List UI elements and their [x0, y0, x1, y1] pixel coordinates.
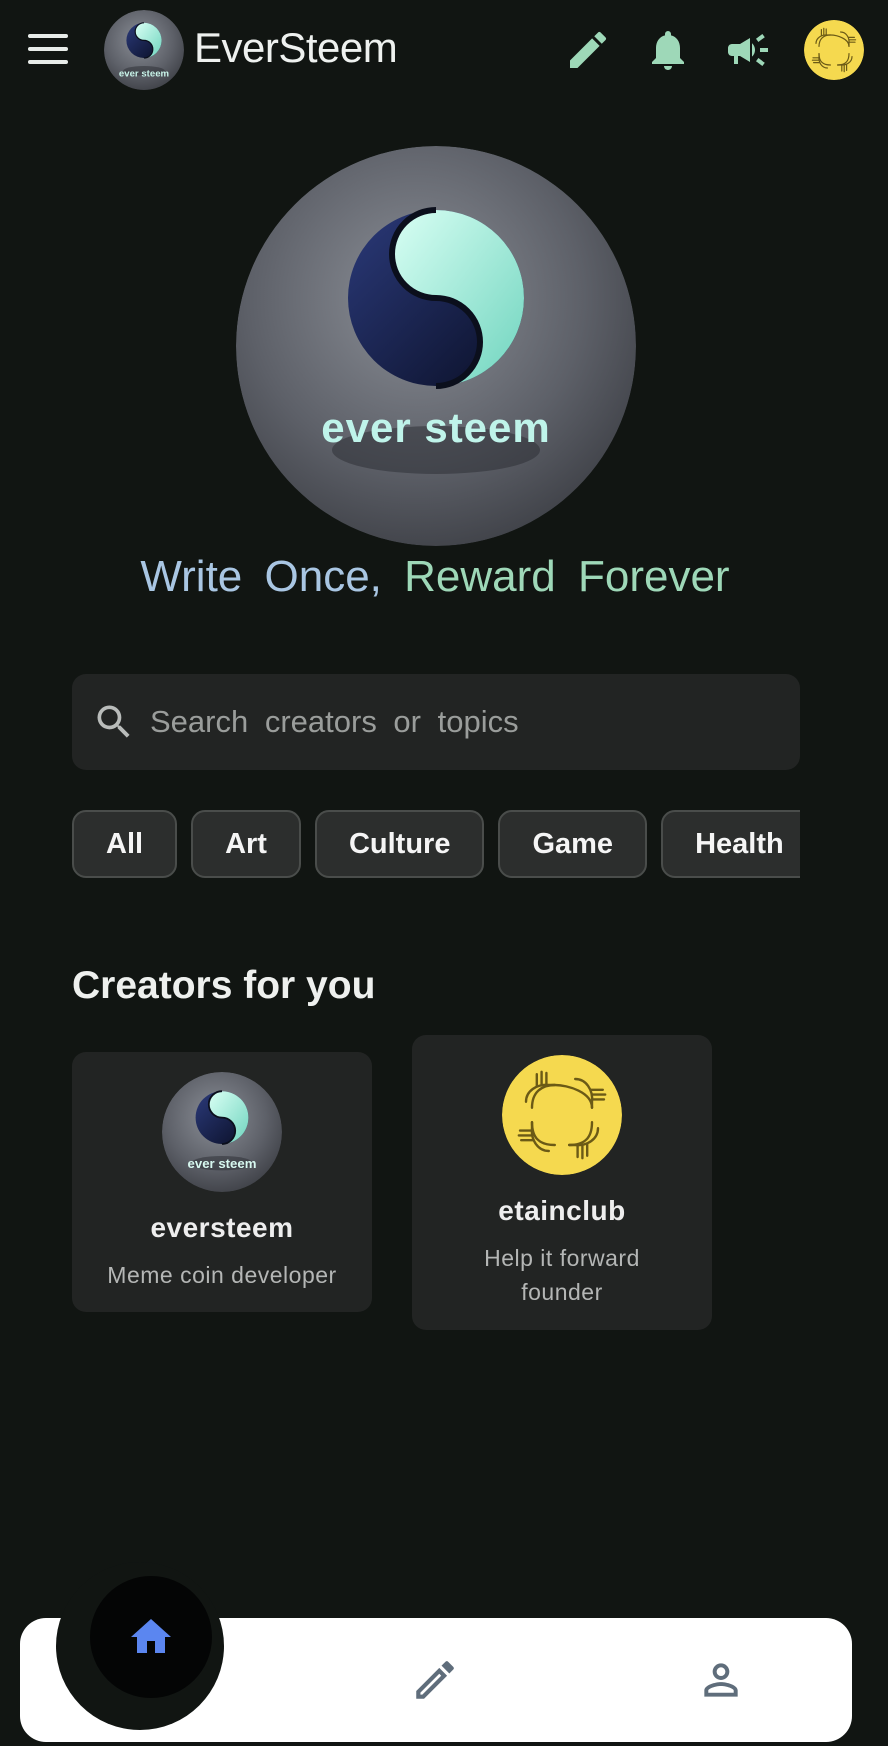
svg-text:ever steem: ever steem [321, 404, 551, 451]
megaphone-icon [728, 34, 768, 66]
search-icon [97, 705, 130, 738]
creator-avatar: ever steem [162, 1072, 282, 1192]
svg-text:ever steem: ever steem [188, 1156, 257, 1171]
search-input[interactable] [150, 694, 770, 750]
chip-art[interactable]: Art [191, 810, 301, 878]
creator-card-etainclub[interactable]: etainclub Help it forward founder [412, 1035, 712, 1330]
creator-card-eversteem[interactable]: ever steem eversteem Meme coin developer [72, 1052, 372, 1312]
hamburger-menu-button[interactable] [28, 34, 68, 64]
app-title: EverSteem [194, 24, 398, 71]
svg-text:ever steem: ever steem [119, 68, 169, 79]
category-chips: All Art Culture Game Health [72, 810, 800, 880]
tagline: Write Once, Reward Forever [0, 552, 870, 602]
app-logo[interactable]: ever steem [104, 10, 184, 90]
announcements-button[interactable] [724, 26, 772, 74]
creator-name: etainclub [498, 1195, 626, 1226]
hero-logo: ever steem [236, 146, 636, 546]
user-avatar[interactable] [804, 20, 864, 80]
creator-description: Meme coin developer [107, 1262, 337, 1288]
pencil-icon [416, 1661, 454, 1699]
notifications-button[interactable] [644, 26, 692, 74]
search-bar[interactable] [72, 674, 800, 770]
creator-name: eversteem [150, 1212, 294, 1243]
tagline-part-1: Write Once, [140, 552, 382, 601]
chip-health[interactable]: Health [661, 810, 800, 878]
nav-home-button[interactable] [90, 1576, 212, 1698]
creator-description: Help it forward founder [484, 1245, 640, 1305]
chip-culture[interactable]: Culture [314, 810, 485, 878]
top-app-bar: ever steem EverSteem [0, 0, 888, 100]
nav-profile-button[interactable] [696, 1655, 746, 1705]
write-post-button[interactable] [564, 26, 612, 74]
bell-icon [652, 31, 684, 70]
tagline-part-2: Reward Forever [404, 552, 730, 601]
creator-avatar [502, 1055, 622, 1175]
hamburger-icon-line [28, 47, 68, 51]
hamburger-icon-line [28, 60, 68, 64]
home-icon [131, 1619, 171, 1653]
creators-section-title: Creators for you [72, 964, 376, 1007]
hamburger-icon [28, 34, 68, 38]
nav-write-button[interactable] [410, 1655, 460, 1705]
pencil-icon [570, 31, 607, 69]
chip-all[interactable]: All [72, 810, 178, 878]
chip-game[interactable]: Game [498, 810, 648, 878]
profile-icon [704, 1663, 738, 1697]
